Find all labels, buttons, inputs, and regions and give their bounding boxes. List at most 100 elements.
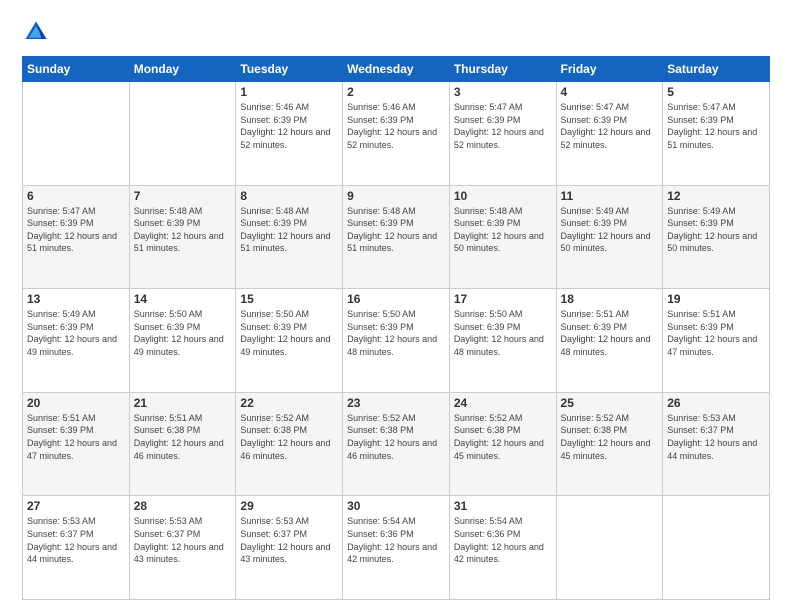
day-info: Sunrise: 5:47 AMSunset: 6:39 PMDaylight:… bbox=[27, 205, 125, 255]
logo bbox=[22, 18, 54, 46]
page: Sunday Monday Tuesday Wednesday Thursday… bbox=[0, 0, 792, 612]
day-number: 2 bbox=[347, 85, 445, 99]
col-tuesday: Tuesday bbox=[236, 57, 343, 82]
col-friday: Friday bbox=[556, 57, 663, 82]
day-number: 24 bbox=[454, 396, 552, 410]
day-number: 23 bbox=[347, 396, 445, 410]
day-number: 4 bbox=[561, 85, 659, 99]
day-info: Sunrise: 5:52 AMSunset: 6:38 PMDaylight:… bbox=[454, 412, 552, 462]
table-cell: 8 Sunrise: 5:48 AMSunset: 6:39 PMDaylight… bbox=[236, 185, 343, 289]
day-number: 26 bbox=[667, 396, 765, 410]
header bbox=[22, 18, 770, 46]
day-number: 18 bbox=[561, 292, 659, 306]
day-number: 14 bbox=[134, 292, 232, 306]
day-info: Sunrise: 5:49 AMSunset: 6:39 PMDaylight:… bbox=[561, 205, 659, 255]
table-cell: 19 Sunrise: 5:51 AMSunset: 6:39 PMDayligh… bbox=[663, 289, 770, 393]
calendar-week-row: 6 Sunrise: 5:47 AMSunset: 6:39 PMDaylight… bbox=[23, 185, 770, 289]
table-cell bbox=[23, 82, 130, 186]
calendar-header-row: Sunday Monday Tuesday Wednesday Thursday… bbox=[23, 57, 770, 82]
day-info: Sunrise: 5:46 AMSunset: 6:39 PMDaylight:… bbox=[240, 101, 338, 151]
table-cell: 11Sunrise: 5:49 AMSunset: 6:39 PMDayligh… bbox=[556, 185, 663, 289]
table-cell: 18 Sunrise: 5:51 AMSunset: 6:39 PMDayligh… bbox=[556, 289, 663, 393]
table-cell: 20 Sunrise: 5:51 AMSunset: 6:39 PMDayligh… bbox=[23, 392, 130, 496]
table-cell: 26 Sunrise: 5:53 AMSunset: 6:37 PMDayligh… bbox=[663, 392, 770, 496]
col-monday: Monday bbox=[129, 57, 236, 82]
col-saturday: Saturday bbox=[663, 57, 770, 82]
table-cell: 31 Sunrise: 5:54 AMSunset: 6:36 PMDayligh… bbox=[449, 496, 556, 600]
day-number: 21 bbox=[134, 396, 232, 410]
day-number: 9 bbox=[347, 189, 445, 203]
table-cell: 1Sunrise: 5:46 AMSunset: 6:39 PMDaylight… bbox=[236, 82, 343, 186]
day-number: 12 bbox=[667, 189, 765, 203]
day-number: 16 bbox=[347, 292, 445, 306]
day-number: 25 bbox=[561, 396, 659, 410]
day-info: Sunrise: 5:47 AMSunset: 6:39 PMDaylight:… bbox=[561, 101, 659, 151]
day-number: 15 bbox=[240, 292, 338, 306]
day-info: Sunrise: 5:49 AMSunset: 6:39 PMDaylight:… bbox=[27, 308, 125, 358]
day-number: 13 bbox=[27, 292, 125, 306]
table-cell: 21 Sunrise: 5:51 AMSunset: 6:38 PMDayligh… bbox=[129, 392, 236, 496]
day-number: 22 bbox=[240, 396, 338, 410]
day-info: Sunrise: 5:48 AMSunset: 6:39 PMDaylight:… bbox=[347, 205, 445, 255]
day-info: Sunrise: 5:51 AMSunset: 6:39 PMDaylight:… bbox=[27, 412, 125, 462]
day-info: Sunrise: 5:54 AMSunset: 6:36 PMDaylight:… bbox=[454, 515, 552, 565]
day-info: Sunrise: 5:52 AMSunset: 6:38 PMDaylight:… bbox=[561, 412, 659, 462]
table-cell: 17 Sunrise: 5:50 AMSunset: 6:39 PMDayligh… bbox=[449, 289, 556, 393]
day-info: Sunrise: 5:53 AMSunset: 6:37 PMDaylight:… bbox=[667, 412, 765, 462]
day-number: 6 bbox=[27, 189, 125, 203]
day-info: Sunrise: 5:47 AMSunset: 6:39 PMDaylight:… bbox=[667, 101, 765, 151]
table-cell: 13 Sunrise: 5:49 AMSunset: 6:39 PMDayligh… bbox=[23, 289, 130, 393]
day-number: 28 bbox=[134, 499, 232, 513]
table-cell: 5 Sunrise: 5:47 AMSunset: 6:39 PMDaylight… bbox=[663, 82, 770, 186]
table-cell bbox=[129, 82, 236, 186]
day-number: 27 bbox=[27, 499, 125, 513]
day-number: 8 bbox=[240, 189, 338, 203]
table-cell: 28Sunrise: 5:53 AMSunset: 6:37 PMDayligh… bbox=[129, 496, 236, 600]
table-cell: 4 Sunrise: 5:47 AMSunset: 6:39 PMDaylight… bbox=[556, 82, 663, 186]
day-info: Sunrise: 5:50 AMSunset: 6:39 PMDaylight:… bbox=[134, 308, 232, 358]
day-info: Sunrise: 5:48 AMSunset: 6:39 PMDaylight:… bbox=[134, 205, 232, 255]
day-info: Sunrise: 5:47 AMSunset: 6:39 PMDaylight:… bbox=[454, 101, 552, 151]
table-cell bbox=[663, 496, 770, 600]
day-info: Sunrise: 5:52 AMSunset: 6:38 PMDaylight:… bbox=[347, 412, 445, 462]
calendar-week-row: 27 Sunrise: 5:53 AMSunset: 6:37 PMDayligh… bbox=[23, 496, 770, 600]
day-number: 20 bbox=[27, 396, 125, 410]
day-number: 30 bbox=[347, 499, 445, 513]
calendar-week-row: 13 Sunrise: 5:49 AMSunset: 6:39 PMDayligh… bbox=[23, 289, 770, 393]
day-info: Sunrise: 5:50 AMSunset: 6:39 PMDaylight:… bbox=[454, 308, 552, 358]
day-number: 29 bbox=[240, 499, 338, 513]
day-number: 17 bbox=[454, 292, 552, 306]
table-cell: 9 Sunrise: 5:48 AMSunset: 6:39 PMDaylight… bbox=[343, 185, 450, 289]
day-info: Sunrise: 5:50 AMSunset: 6:39 PMDaylight:… bbox=[347, 308, 445, 358]
col-sunday: Sunday bbox=[23, 57, 130, 82]
calendar-table: Sunday Monday Tuesday Wednesday Thursday… bbox=[22, 56, 770, 600]
table-cell: 10 Sunrise: 5:48 AMSunset: 6:39 PMDayligh… bbox=[449, 185, 556, 289]
day-info: Sunrise: 5:51 AMSunset: 6:39 PMDaylight:… bbox=[561, 308, 659, 358]
table-cell bbox=[556, 496, 663, 600]
day-info: Sunrise: 5:46 AMSunset: 6:39 PMDaylight:… bbox=[347, 101, 445, 151]
day-number: 19 bbox=[667, 292, 765, 306]
table-cell: 15Sunrise: 5:50 AMSunset: 6:39 PMDayligh… bbox=[236, 289, 343, 393]
day-info: Sunrise: 5:54 AMSunset: 6:36 PMDaylight:… bbox=[347, 515, 445, 565]
table-cell: 6 Sunrise: 5:47 AMSunset: 6:39 PMDaylight… bbox=[23, 185, 130, 289]
table-cell: 14 Sunrise: 5:50 AMSunset: 6:39 PMDayligh… bbox=[129, 289, 236, 393]
day-info: Sunrise: 5:51 AMSunset: 6:39 PMDaylight:… bbox=[667, 308, 765, 358]
calendar-week-row: 1Sunrise: 5:46 AMSunset: 6:39 PMDaylight… bbox=[23, 82, 770, 186]
day-info: Sunrise: 5:51 AMSunset: 6:38 PMDaylight:… bbox=[134, 412, 232, 462]
calendar-week-row: 20 Sunrise: 5:51 AMSunset: 6:39 PMDayligh… bbox=[23, 392, 770, 496]
day-number: 10 bbox=[454, 189, 552, 203]
table-cell: 7 Sunrise: 5:48 AMSunset: 6:39 PMDaylight… bbox=[129, 185, 236, 289]
day-info: Sunrise: 5:48 AMSunset: 6:39 PMDaylight:… bbox=[240, 205, 338, 255]
logo-icon bbox=[22, 18, 50, 46]
day-info: Sunrise: 5:49 AMSunset: 6:39 PMDaylight:… bbox=[667, 205, 765, 255]
col-thursday: Thursday bbox=[449, 57, 556, 82]
table-cell: 29Sunrise: 5:53 AMSunset: 6:37 PMDayligh… bbox=[236, 496, 343, 600]
table-cell: 30 Sunrise: 5:54 AMSunset: 6:36 PMDayligh… bbox=[343, 496, 450, 600]
day-number: 3 bbox=[454, 85, 552, 99]
day-number: 31 bbox=[454, 499, 552, 513]
day-info: Sunrise: 5:48 AMSunset: 6:39 PMDaylight:… bbox=[454, 205, 552, 255]
day-number: 7 bbox=[134, 189, 232, 203]
day-info: Sunrise: 5:53 AMSunset: 6:37 PMDaylight:… bbox=[27, 515, 125, 565]
col-wednesday: Wednesday bbox=[343, 57, 450, 82]
day-number: 5 bbox=[667, 85, 765, 99]
